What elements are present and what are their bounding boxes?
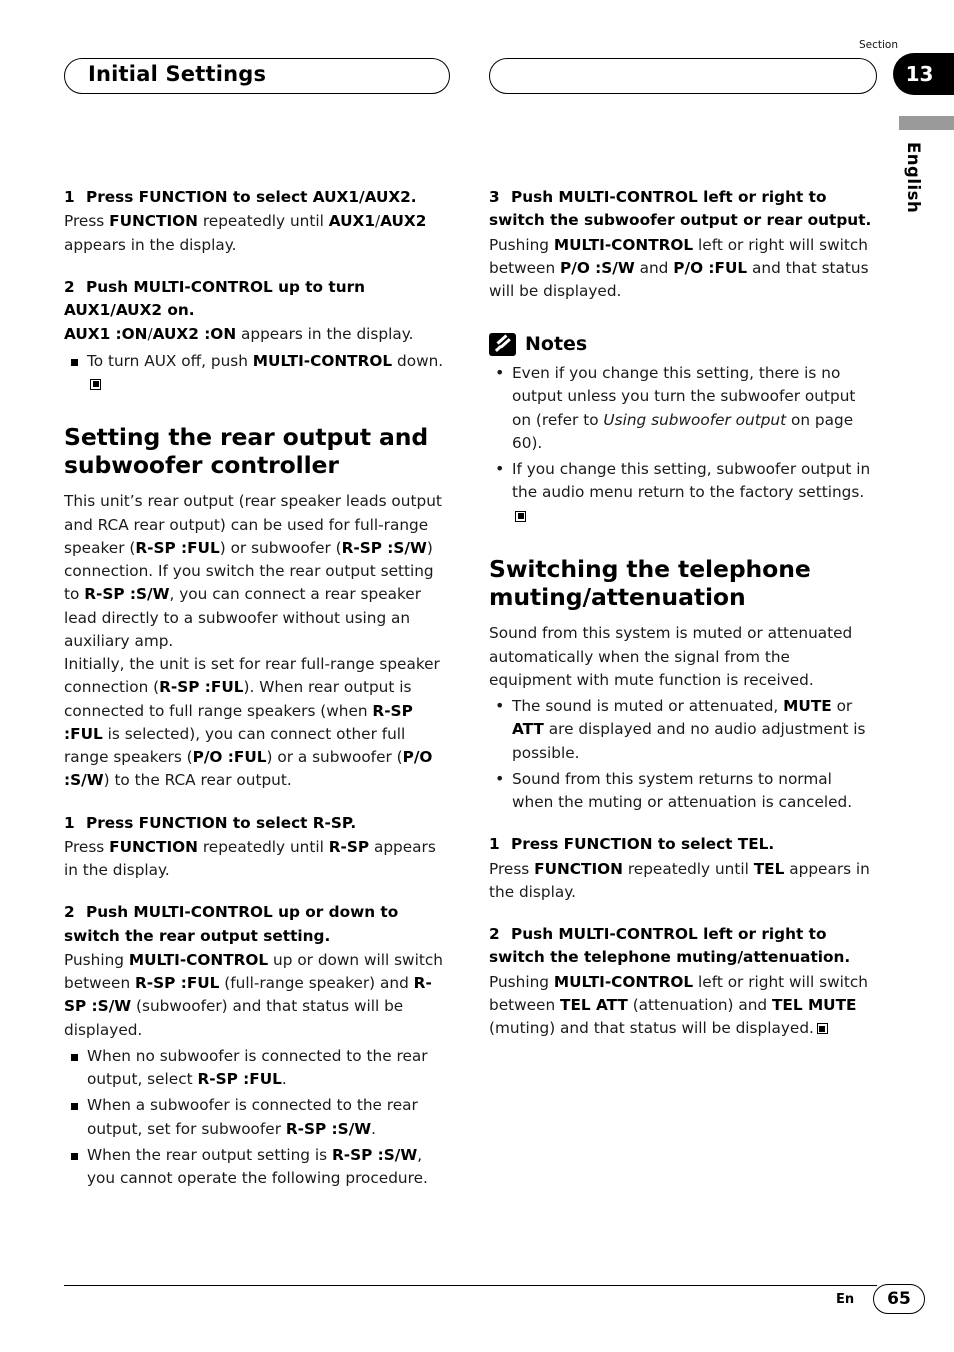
left-step-2-title: 2 Push MULTI-CONTROL up to turn AUX1/AUX2…: [64, 276, 452, 323]
left-step-4-body: Pushing MULTI-CONTROL up or down will sw…: [64, 950, 443, 1039]
header-blank-pill: [489, 58, 877, 94]
step-text: Press FUNCTION to select R-SP.: [86, 813, 357, 832]
footer-language-code: En: [836, 1292, 855, 1307]
step-number: 3: [489, 188, 500, 206]
language-marker-bar: [899, 116, 954, 130]
left-step-2-bullet: To turn AUX off, push MULTI-CONTROL down…: [64, 350, 452, 397]
right-intro-paragraph: Sound from this system is muted or atten…: [489, 624, 853, 689]
step-text: Push MULTI-CONTROL up to turn AUX1/AUX2 …: [64, 277, 366, 319]
right-section-heading: Switching the telephone muting/attenuati…: [489, 554, 811, 612]
right-column: 3 Push MULTI-CONTROL left or right to swi…: [489, 186, 877, 1040]
end-mark: [515, 510, 526, 522]
left-step-1-title: 1 Press FUNCTION to select AUX1/AUX2.: [64, 186, 452, 209]
right-step-2-body: Pushing MULTI-CONTROL left or right will…: [489, 972, 868, 1038]
left-step-2-body: AUX1 :ON/AUX2 :ON appears in the display…: [64, 325, 414, 344]
right-step-2-title: 2 Push MULTI-CONTROL left or right to swi…: [489, 923, 877, 970]
footer-page-number: 65: [873, 1284, 925, 1314]
end-mark: [90, 378, 101, 390]
notes-header: Notes: [489, 330, 877, 359]
left-column: 1 Press FUNCTION to select AUX1/AUX2. Pre…: [64, 186, 452, 1190]
left-step-4-bullet-2: When a subwoofer is connected to the rea…: [64, 1094, 452, 1141]
right-step-3-title: 3 Push MULTI-CONTROL left or right to swi…: [489, 186, 877, 233]
right-step-1-title: 1 Press FUNCTION to select TEL.: [489, 833, 877, 856]
left-step-4-title: 2 Push MULTI-CONTROL up or down to switch…: [64, 901, 452, 948]
left-step-1-body: Press FUNCTION repeatedly until AUX1/AUX…: [64, 212, 427, 254]
note-item-1: Even if you change this setting, there i…: [489, 361, 877, 455]
step-number: 2: [64, 903, 75, 922]
left-step-3-title: 1 Press FUNCTION to select R-SP.: [64, 812, 452, 835]
step-text: Press FUNCTION to select AUX1/AUX2.: [86, 188, 417, 206]
note-item-2: If you change this setting, subwoofer ou…: [489, 457, 877, 528]
step-number: 1: [64, 188, 75, 206]
language-label: English: [904, 142, 923, 214]
left-step-3-body: Press FUNCTION repeatedly until R-SP app…: [64, 837, 436, 880]
pencil-icon: [489, 333, 516, 357]
left-intro-paragraph-1: This unit’s rear output (rear speaker le…: [64, 492, 442, 650]
step-text: Push MULTI-CONTROL up or down to switch …: [64, 903, 399, 945]
page-title: Initial Settings: [88, 62, 267, 86]
right-bullet-1: The sound is muted or attenuated, MUTE o…: [489, 694, 877, 765]
step-number: 1: [64, 813, 75, 832]
left-step-4-bullet-1: When no subwoofer is connected to the re…: [64, 1045, 452, 1092]
end-mark: [816, 1023, 828, 1034]
left-intro-paragraph-2: Initially, the unit is set for rear full…: [64, 655, 440, 790]
manual-page: Initial Settings Section 13 English 1 Pre…: [0, 0, 954, 1352]
notes-title: Notes: [525, 333, 588, 356]
step-number: 1: [489, 835, 500, 854]
section-number-badge: 13: [893, 53, 954, 95]
left-section-heading: Setting the rear output and subwoofer co…: [64, 423, 429, 480]
step-text: Press FUNCTION to select TEL.: [511, 835, 775, 854]
left-step-4-bullet-3: When the rear output setting is R-SP :S/…: [64, 1144, 452, 1191]
step-number: 2: [64, 277, 75, 296]
right-step-3-body: Pushing MULTI-CONTROL left or right will…: [489, 235, 869, 301]
step-text: Push MULTI-CONTROL left or right to swit…: [489, 188, 872, 230]
section-label: Section: [858, 39, 898, 51]
step-number: 2: [489, 925, 500, 943]
right-bullet-2: Sound from this system returns to normal…: [489, 767, 877, 815]
footer-divider: [64, 1285, 877, 1286]
right-step-1-body: Press FUNCTION repeatedly until TEL appe…: [489, 859, 870, 901]
step-text: Push MULTI-CONTROL left or right to swit…: [489, 925, 851, 967]
